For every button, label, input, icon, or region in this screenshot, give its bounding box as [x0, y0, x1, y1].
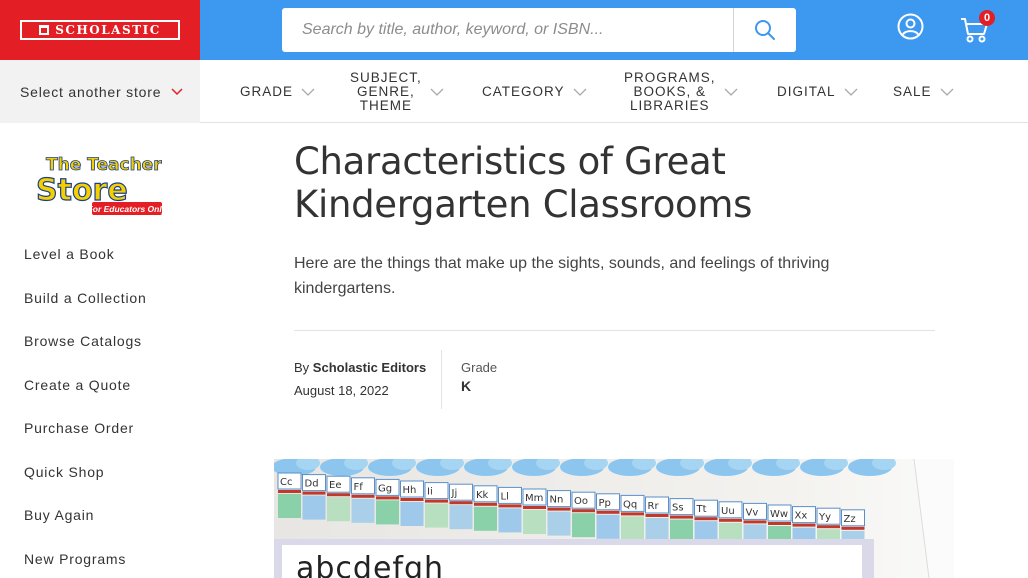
account-icon[interactable]	[897, 13, 924, 40]
top-bar: SCHOLASTIC 0	[0, 0, 1028, 60]
sidebar-link-build-a-collection[interactable]: Build a Collection	[24, 290, 147, 306]
svg-text:Mm: Mm	[525, 493, 543, 504]
svg-text:Oo: Oo	[574, 496, 588, 507]
nav-label: CATEGORY	[482, 83, 565, 99]
nav-grade[interactable]: GRADE	[240, 60, 315, 123]
svg-text:Zz: Zz	[844, 514, 856, 525]
grade-label: Grade	[461, 360, 498, 375]
letter-card: Ll	[498, 486, 522, 533]
svg-text:Ww: Ww	[770, 509, 788, 520]
chevron-down-icon	[573, 88, 586, 96]
main-nav: Select another store GRADE SUBJECT, GENR…	[0, 60, 1028, 123]
byline-prefix: By	[294, 360, 310, 375]
chevron-down-icon	[171, 87, 183, 95]
svg-text:Pp: Pp	[599, 498, 611, 509]
search-input[interactable]	[282, 8, 734, 52]
logo-text: SCHOLASTIC	[55, 23, 161, 37]
letter-card: Cc	[277, 472, 302, 518]
search-icon	[755, 20, 775, 40]
letter-card: Rr	[645, 496, 669, 542]
letter-card: Kk	[473, 485, 498, 531]
letter-card: Qq	[620, 494, 645, 541]
chevron-down-icon	[301, 88, 315, 96]
sidebar-link-new-programs[interactable]: New Programs	[24, 551, 126, 567]
letter-card: Nn	[547, 490, 571, 536]
nav-digital[interactable]: DIGITAL	[777, 60, 858, 123]
letter-card: Ss	[669, 498, 694, 544]
byline: By Scholastic Editors	[294, 360, 426, 375]
publish-date: August 18, 2022	[294, 383, 389, 398]
letter-card: Tt	[694, 499, 718, 546]
svg-text:Uu: Uu	[721, 506, 735, 517]
store-selector-label: Select another store	[20, 83, 162, 100]
grade-value[interactable]: K	[461, 378, 471, 394]
svg-text:Hh: Hh	[403, 485, 417, 496]
book-icon	[39, 25, 50, 35]
svg-text:Dd: Dd	[305, 479, 319, 490]
article-summary: Here are the things that make up the sig…	[294, 255, 830, 297]
search-button[interactable]	[734, 8, 796, 52]
sidebar-link-buy-again[interactable]: Buy Again	[24, 507, 94, 523]
nav-label: SUBJECT, GENRE, THEME	[350, 69, 422, 113]
letter-card: Oo	[571, 491, 596, 538]
letter-card: Dd	[302, 474, 326, 520]
classroom-hero-image: Cc Dd Ee Ff Gg Hh Ii Jj Kk Ll Mm Nn Oo Pp Qq Rr Ss Tt Uu Vv…	[274, 459, 954, 578]
chevron-down-icon	[844, 88, 857, 96]
teacher-store-logo[interactable]: The Teacher Store For Educators Only	[34, 152, 166, 218]
svg-text:Ff: Ff	[354, 482, 364, 493]
nav-sale[interactable]: SALE	[893, 60, 954, 123]
store-selector[interactable]: Select another store	[0, 60, 200, 123]
svg-text:Tt: Tt	[696, 504, 707, 515]
svg-text:Jj: Jj	[451, 488, 458, 499]
logo-frame: SCHOLASTIC	[20, 20, 180, 40]
page-title: Characteristics of Great Kindergarten Cl…	[294, 140, 753, 226]
chevron-down-icon	[940, 88, 953, 96]
letter-card: Ii	[424, 482, 449, 528]
nav-label: PROGRAMS, BOOKS, & LIBRARIES	[624, 69, 716, 113]
sidebar-link-create-a-quote[interactable]: Create a Quote	[24, 377, 131, 393]
meta-divider	[441, 350, 442, 409]
scholastic-logo[interactable]: SCHOLASTIC	[0, 0, 200, 60]
svg-text:Ss: Ss	[672, 503, 684, 514]
svg-text:Cc: Cc	[280, 477, 292, 488]
letter-card: Ff	[351, 477, 375, 523]
sidebar-link-quick-shop[interactable]: Quick Shop	[24, 464, 104, 480]
svg-text:Ii: Ii	[427, 487, 433, 498]
svg-text:Ee: Ee	[329, 480, 341, 491]
letter-card: Mm	[522, 488, 547, 534]
letter-card: Jj	[449, 483, 473, 530]
svg-text:Rr: Rr	[648, 501, 660, 512]
logo-line-1: The Teacher	[46, 155, 162, 175]
logo-tagline: For Educators Only	[88, 204, 166, 214]
letter-card: Hh	[400, 480, 424, 526]
nav-category[interactable]: CATEGORY	[482, 60, 587, 123]
chevron-down-icon	[724, 88, 737, 96]
nav-label: SALE	[893, 83, 932, 99]
letter-card: Gg	[375, 478, 400, 525]
svg-text:Gg: Gg	[378, 483, 392, 494]
letter-card: Pp	[596, 493, 620, 539]
sidebar-link-level-a-book[interactable]: Level a Book	[24, 246, 115, 262]
letter-card: Ee	[326, 475, 351, 522]
svg-text:Qq: Qq	[623, 499, 637, 510]
sidebar-link-browse-catalogs[interactable]: Browse Catalogs	[24, 333, 142, 349]
chevron-down-icon	[430, 88, 444, 96]
sidebar-link-purchase-order[interactable]: Purchase Order	[24, 420, 134, 436]
svg-text:Yy: Yy	[818, 512, 831, 523]
svg-text:Xx: Xx	[795, 511, 808, 522]
nav-label: DIGITAL	[777, 83, 836, 99]
svg-text:Ll: Ll	[501, 491, 509, 502]
cart-count-badge: 0	[979, 10, 995, 26]
board-text: abcdefgh	[296, 551, 444, 578]
search-bar	[282, 8, 796, 52]
divider	[294, 330, 935, 331]
nav-label: GRADE	[240, 83, 294, 99]
nav-programs-books-libraries[interactable]: PROGRAMS, BOOKS, & LIBRARIES	[624, 60, 738, 123]
svg-text:Vv: Vv	[746, 507, 759, 518]
svg-text:Kk: Kk	[476, 490, 489, 501]
nav-subject-genre-theme[interactable]: SUBJECT, GENRE, THEME	[350, 60, 444, 123]
author-name[interactable]: Scholastic Editors	[313, 360, 426, 375]
svg-text:Nn: Nn	[550, 495, 564, 506]
